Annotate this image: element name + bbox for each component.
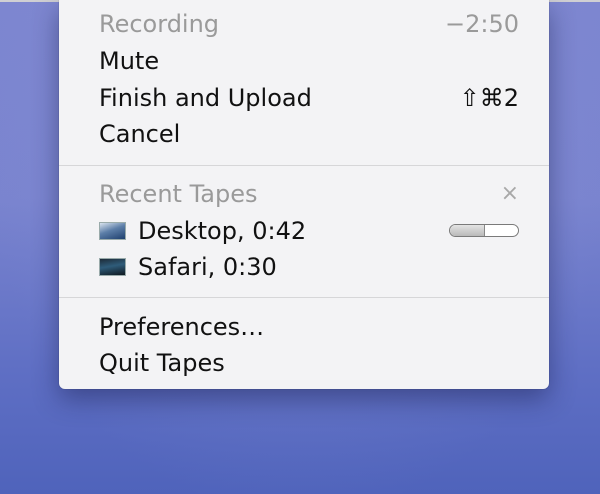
upload-progress-fill [450,225,485,236]
tape-label: Desktop, 0:42 [138,217,307,245]
mute-label: Mute [99,47,160,75]
menu-separator [59,165,549,166]
tapes-dropdown-menu: Recording −2:50 Mute Finish and Upload ⇧… [59,0,549,389]
menu-item-preferences[interactable]: Preferences… [99,309,519,345]
desktop-thumbnail-icon [99,222,126,240]
tape-label: Safari, 0:30 [138,253,277,281]
menu-separator [59,297,549,298]
recent-tapes-section-header: Recent Tapes × [99,176,519,212]
recording-section-header: Recording −2:50 [99,6,519,42]
finish-upload-shortcut: ⇧⌘2 [459,84,519,112]
menu-item-cancel[interactable]: Cancel [99,116,519,152]
recent-tape-desktop[interactable]: Desktop, 0:42 [99,213,519,249]
quit-label: Quit Tapes [99,349,225,377]
cancel-label: Cancel [99,120,181,148]
finish-upload-label: Finish and Upload [99,84,312,112]
menu-item-finish-and-upload[interactable]: Finish and Upload ⇧⌘2 [99,80,519,116]
menu-item-mute[interactable]: Mute [99,43,519,79]
menu-item-quit[interactable]: Quit Tapes [99,345,519,381]
safari-thumbnail-icon [99,258,126,276]
recording-time-remaining: −2:50 [444,10,519,38]
recording-header-label: Recording [99,10,220,38]
recent-tape-safari[interactable]: Safari, 0:30 [99,249,519,285]
recent-tapes-header-label: Recent Tapes [99,180,258,208]
upload-progress-bar [449,224,519,237]
preferences-label: Preferences… [99,313,265,341]
close-icon[interactable]: × [501,176,519,212]
